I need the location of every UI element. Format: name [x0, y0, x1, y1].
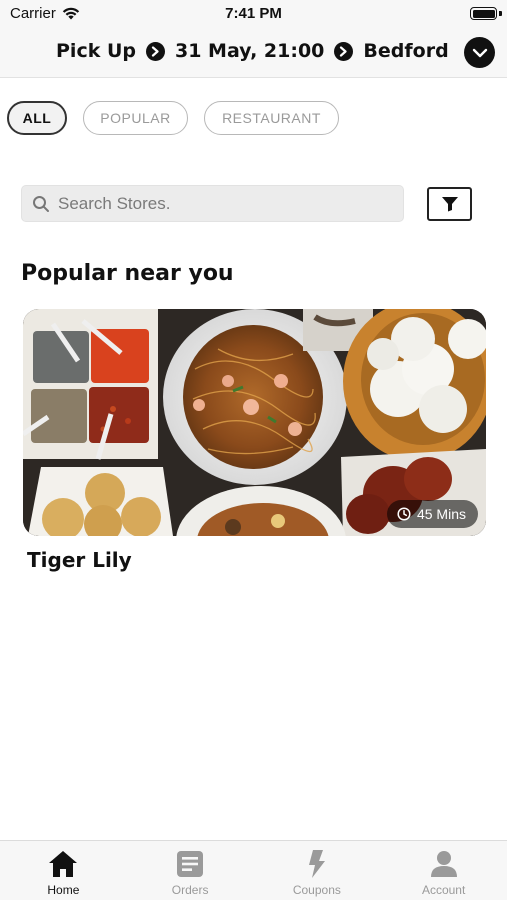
- orders-icon: [177, 851, 204, 877]
- tab-account[interactable]: Account: [380, 841, 507, 900]
- filter-chips: ALL POPULAR RESTAURANT: [7, 101, 339, 135]
- order-location[interactable]: Bedford: [363, 40, 448, 62]
- tab-orders[interactable]: Orders: [127, 841, 254, 900]
- filter-chip-all[interactable]: ALL: [7, 101, 67, 135]
- section-title: Popular near you: [21, 261, 234, 286]
- tab-bar: Home Orders Coupons Account: [0, 840, 507, 900]
- header-dropdown-button[interactable]: [464, 37, 495, 68]
- eta-badge: 45 Mins: [386, 500, 478, 528]
- battery-icon: [470, 7, 497, 20]
- tab-label: Orders: [171, 883, 209, 897]
- clock: 7:41 PM: [225, 5, 282, 22]
- order-mode[interactable]: Pick Up: [56, 40, 136, 62]
- search-icon: [33, 195, 49, 212]
- tab-label: Account: [421, 883, 466, 897]
- tab-label: Coupons: [292, 883, 341, 897]
- filter-button[interactable]: [427, 187, 472, 221]
- chevron-down-icon: [472, 48, 487, 57]
- coupons-icon: [308, 850, 325, 878]
- tab-coupons[interactable]: Coupons: [254, 841, 381, 900]
- store-card[interactable]: 45 Mins: [23, 309, 486, 536]
- order-datetime[interactable]: 31 May, 21:00: [175, 40, 324, 62]
- tab-label: Home: [47, 883, 80, 897]
- account-icon: [430, 851, 457, 877]
- order-summary[interactable]: Pick Up 31 May, 21:00 Bedford: [56, 40, 449, 62]
- status-bar: Carrier 7:41 PM: [0, 0, 507, 28]
- eta-text: 45 Mins: [416, 506, 466, 522]
- filter-icon: [441, 197, 458, 212]
- tab-home[interactable]: Home: [0, 841, 127, 900]
- chevron-right-icon: [145, 41, 165, 61]
- order-header: Pick Up 31 May, 21:00 Bedford: [0, 28, 507, 78]
- store-name[interactable]: Tiger Lily: [27, 548, 132, 572]
- search-input[interactable]: [58, 193, 378, 214]
- filter-chip-popular[interactable]: POPULAR: [83, 101, 188, 135]
- filter-chip-restaurant[interactable]: RESTAURANT: [204, 101, 339, 135]
- clock-icon: [397, 507, 411, 521]
- search-bar: [21, 185, 404, 222]
- home-icon: [49, 851, 78, 877]
- chevron-right-icon: [334, 41, 354, 61]
